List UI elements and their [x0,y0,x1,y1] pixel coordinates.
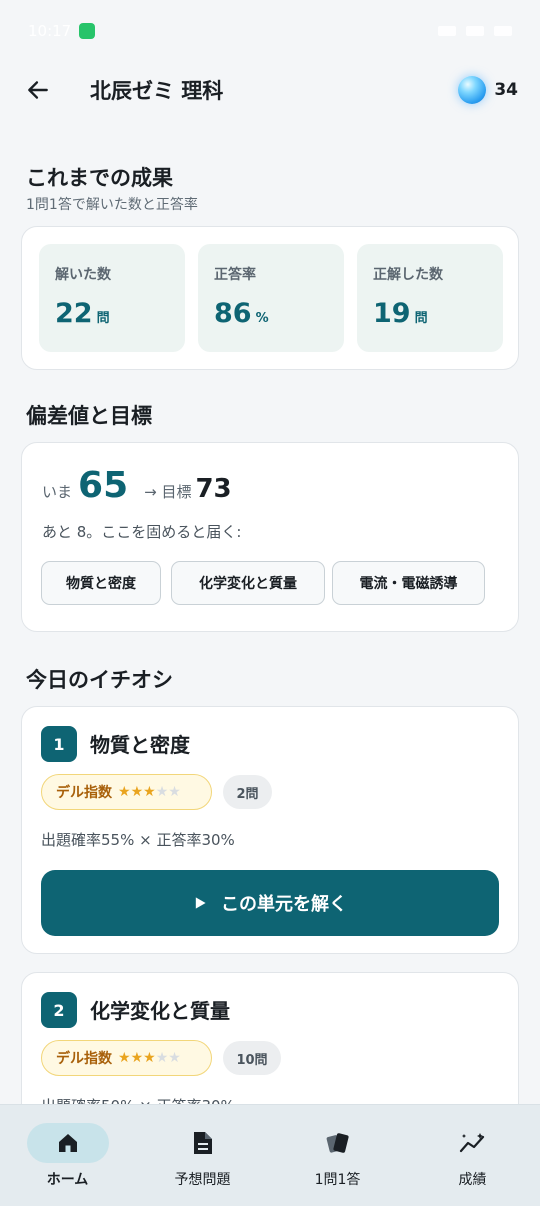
bottom-navigation: ホーム 予想問題 1問1答 成績 [0,1104,540,1206]
recommend-title: 今日のイチオシ [26,668,173,692]
stat-unit: % [255,311,269,326]
deviation-now-label: いま [42,483,73,501]
star-icon: ★ [118,784,131,800]
page-title: 北辰ゼミ 理科 [90,79,224,103]
nav-flashcards[interactable]: 1問1答 [270,1105,405,1206]
results-subtitle: 1問1答で解いた数と正答率 [26,197,198,213]
recommend-item-title: 物質と密度 [90,733,190,757]
deviation-now-value: 65 [78,465,129,506]
recommend-card-1: 1 物質と密度 デル指数 ★★★★★ 2問 出題確率55% × 正答率30% こ… [21,706,519,954]
star-icon: ★ [143,784,156,800]
results-title: これまでの成果 [26,166,173,190]
rank-badge: 1 [41,726,77,762]
results-card: 解いた数 22 問 正答率 86 % 正解した数 19 問 [21,226,519,370]
stat-value: 19 [373,298,411,329]
stat-unit: 問 [96,311,110,326]
stat-solved: 解いた数 22 問 [39,244,185,352]
nav-label: ホーム [46,1172,89,1188]
topic-chip[interactable]: 電流・電磁誘導 [332,561,485,605]
recommend-item-title: 化学変化と質量 [90,999,230,1023]
del-index-label: デル指数 [56,785,112,801]
home-icon [58,1134,77,1152]
solve-unit-label: この単元を解く [221,894,347,915]
question-count: 2問 [223,775,272,809]
notification-app-icon [79,23,96,39]
status-time: 10:17 [28,22,72,40]
deviation-card: いま 65 → 目標 73 あと 8。ここを固めると届く: 物質と密度 化学変化… [21,442,519,632]
nav-home[interactable]: ホーム [0,1105,135,1206]
probability-text: 出題確率50% × 正答率30% [41,1095,235,1104]
stat-accuracy: 正答率 86 % [198,244,344,352]
status-bar: 10:17 [0,0,540,62]
star-icon: ★ [118,1050,131,1066]
gem-counter[interactable]: 34 [458,76,518,104]
star-icon: ★ [168,1050,181,1066]
signal-icon [438,26,456,36]
stat-correct: 正解した数 19 問 [357,244,503,352]
chart-icon [459,1133,484,1153]
nav-label: 成績 [458,1172,487,1188]
stat-label: 解いた数 [55,267,111,283]
star-icon: ★ [168,784,181,800]
gem-count: 34 [494,80,518,100]
topic-chip[interactable]: 化学変化と質量 [171,561,325,605]
app-bar: 北辰ゼミ 理科 34 [0,62,540,118]
del-index-badge: デル指数 ★★★★★ [41,1040,212,1076]
nav-label: 1問1答 [314,1172,361,1188]
stat-unit: 問 [414,311,428,326]
star-icon: ★ [130,784,144,800]
rank-badge: 2 [41,992,77,1028]
play-icon [195,897,206,909]
del-index-label: デル指数 [56,1051,112,1067]
nav-label: 予想問題 [174,1172,231,1188]
probability-text: 出題確率55% × 正答率30% [41,831,235,849]
nav-results[interactable]: 成績 [405,1105,540,1206]
deviation-hint: あと 8。ここを固めると届く: [42,523,242,541]
battery-icon [494,26,512,36]
wifi-icon [466,26,484,36]
topic-chip[interactable]: 物質と密度 [41,561,161,605]
deviation-title: 偏差値と目標 [26,404,152,428]
question-count: 10問 [223,1041,281,1075]
gem-icon [458,76,487,104]
stat-value: 86 [214,298,252,329]
deviation-target-value: 73 [195,474,232,504]
star-icon: ★ [155,1050,169,1066]
stat-value: 22 [55,298,93,329]
status-icons [438,26,512,36]
star-rating: ★★★★★ [118,1050,181,1066]
star-icon: ★ [143,1050,156,1066]
nav-prediction[interactable]: 予想問題 [135,1105,270,1206]
recommend-card-2: 2 化学変化と質量 デル指数 ★★★★★ 10問 出題確率50% × 正答率30… [21,972,519,1104]
stat-label: 正答率 [214,267,256,283]
solve-unit-button[interactable]: この単元を解く [41,870,499,936]
del-index-badge: デル指数 ★★★★★ [41,774,212,810]
deviation-target-label: → 目標 [144,483,192,501]
star-icon: ★ [155,784,169,800]
document-icon [193,1132,212,1154]
main-content[interactable]: これまでの成果 1問1答で解いた数と正答率 解いた数 22 問 正答率 86 %… [0,118,540,1104]
arrow-left-icon [28,81,48,99]
star-icon: ★ [130,1050,144,1066]
stat-label: 正解した数 [373,267,443,283]
star-rating: ★★★★★ [118,784,181,800]
flashcard-icon [326,1133,349,1153]
back-button[interactable] [22,74,54,106]
